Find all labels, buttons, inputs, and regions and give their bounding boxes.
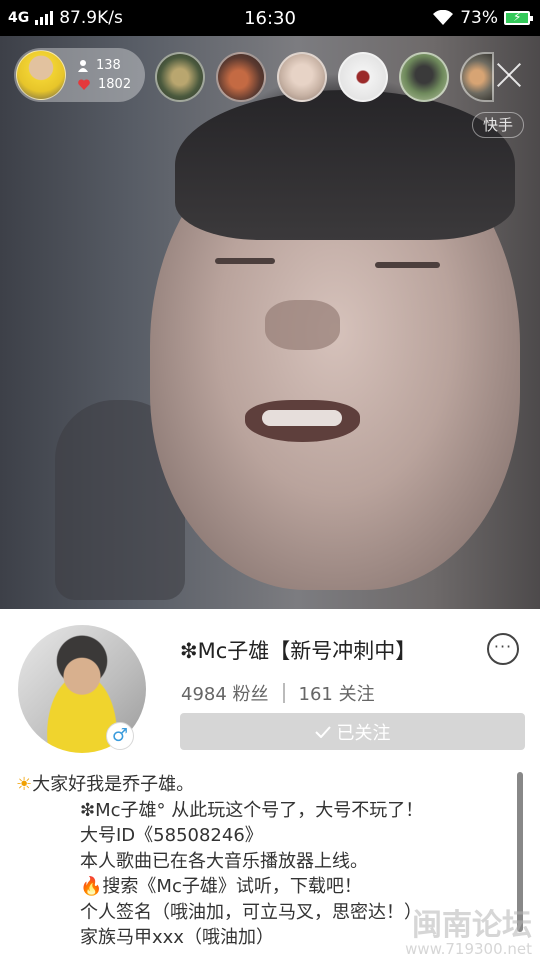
wifi-icon [433,10,454,25]
watermark: 闽南论坛 www.719300.net [405,908,532,958]
streamer-hair [175,90,515,240]
bio-line: 大号ID《58508246》 [80,825,263,846]
profile-card: ♂ ❇Mc子雄【新号冲刺中】 ··· 4984 粉丝 161 关注 已关注 ☀大… [0,609,540,960]
person-icon [78,59,88,72]
teeth [262,410,342,426]
check-icon [314,725,331,738]
like-count: 1802 [98,77,132,92]
host-info-pill[interactable]: 138 1802 [14,48,145,102]
host-avatar[interactable] [16,50,66,100]
sun-icon: ☀ [16,774,33,795]
more-options-button[interactable]: ··· [487,633,519,665]
viewer-avatar[interactable] [338,52,388,102]
bio-line: ☀大家好我是乔子雄。 [16,774,195,795]
watermark-text: 闽南论坛 [412,908,532,943]
viewer-avatar[interactable] [399,52,449,102]
status-bar: 4G 87.9K/s 16:30 73% ⚡ [0,0,540,36]
followed-button[interactable]: 已关注 [180,713,525,750]
followed-button-label: 已关注 [336,722,391,744]
following-count[interactable]: 161 关注 [299,680,375,706]
nose [265,300,340,350]
divider [282,683,285,703]
viewer-avatar[interactable] [277,52,327,102]
profile-username: ❇Mc子雄【新号冲刺中】 [180,639,417,663]
close-icon[interactable] [496,62,522,88]
viewer-avatar[interactable] [460,52,494,102]
bio-line: ❇Mc子雄° 从此玩这个号了，大号不玩了！ [80,799,424,821]
watermark-url: www.719300.net [405,940,532,958]
platform-badge: 快手 [471,112,524,138]
battery-percent: 73% [460,8,498,28]
male-gender-icon: ♂ [106,722,134,750]
fans-count[interactable]: 4984 粉丝 [181,680,269,706]
battery-icon: ⚡ [504,10,533,25]
heart-icon [78,79,90,90]
viewer-count: 138 [96,58,121,73]
fire-icon: 🔥 [80,876,103,897]
bio-line: 本人歌曲已在各大音乐播放器上线。 [80,850,368,872]
left-eye [215,258,275,264]
profile-counts: 4984 粉丝 161 关注 [181,680,375,706]
bio-line: 🔥搜索《Mc子雄》试听，下载吧！ [80,876,362,897]
right-eye [375,262,440,268]
viewer-avatar[interactable] [155,52,205,102]
viewer-avatar-list [155,52,494,102]
viewer-avatar[interactable] [216,52,266,102]
